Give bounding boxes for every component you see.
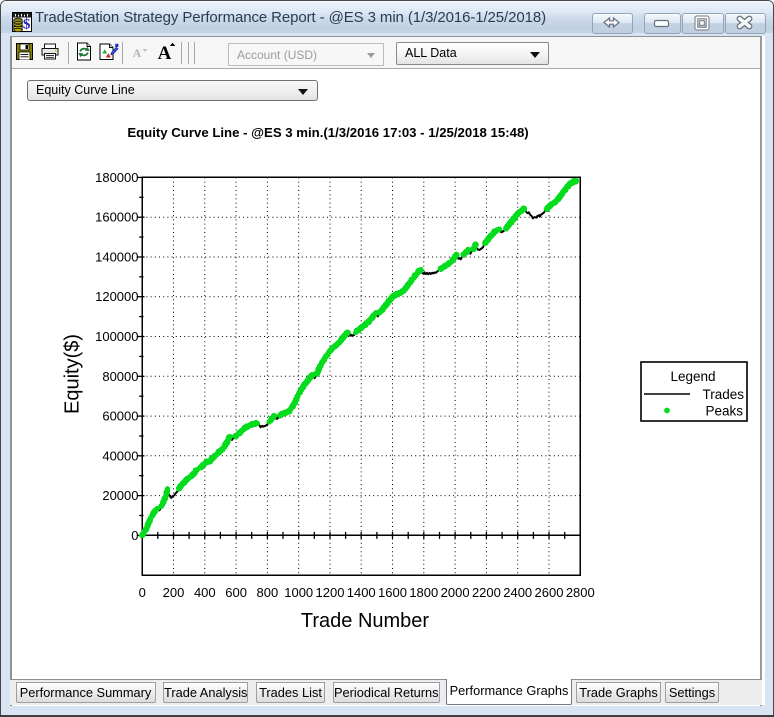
svg-text:Trades: Trades (702, 387, 744, 402)
svg-text:40000: 40000 (102, 448, 138, 463)
svg-text:2400: 2400 (503, 585, 532, 600)
svg-text:A: A (133, 46, 142, 60)
svg-text:Trade Number: Trade Number (301, 610, 430, 632)
svg-text:$: $ (23, 17, 31, 33)
svg-text:400: 400 (194, 585, 216, 600)
svg-text:60000: 60000 (102, 409, 138, 424)
svg-text:140000: 140000 (95, 250, 138, 265)
svg-text:0: 0 (131, 528, 138, 543)
svg-text:1600: 1600 (378, 585, 407, 600)
svg-text:1400: 1400 (347, 585, 376, 600)
svg-text:180000: 180000 (95, 170, 138, 185)
svg-text:Legend: Legend (670, 369, 715, 384)
svg-text:80000: 80000 (102, 369, 138, 384)
svg-text:2800: 2800 (566, 585, 595, 600)
svg-text:800: 800 (257, 585, 279, 600)
svg-text:160000: 160000 (95, 210, 138, 225)
svg-text:1000: 1000 (284, 585, 313, 600)
svg-text:1800: 1800 (409, 585, 438, 600)
svg-text:20000: 20000 (102, 488, 138, 503)
svg-text:1200: 1200 (316, 585, 345, 600)
svg-text:A: A (158, 43, 172, 61)
svg-text:Peaks: Peaks (705, 404, 743, 419)
svg-text:200: 200 (163, 585, 185, 600)
svg-text:2200: 2200 (472, 585, 501, 600)
svg-text:120000: 120000 (95, 289, 138, 304)
svg-text:100000: 100000 (95, 329, 138, 344)
svg-text:Equity($): Equity($) (61, 334, 83, 414)
svg-text:0: 0 (139, 585, 146, 600)
svg-text:600: 600 (225, 585, 247, 600)
svg-text:2600: 2600 (535, 585, 564, 600)
svg-text:Equity Curve Line - @ES 3 min.: Equity Curve Line - @ES 3 min.(1/3/2016 … (127, 125, 528, 140)
svg-text:2000: 2000 (441, 585, 470, 600)
